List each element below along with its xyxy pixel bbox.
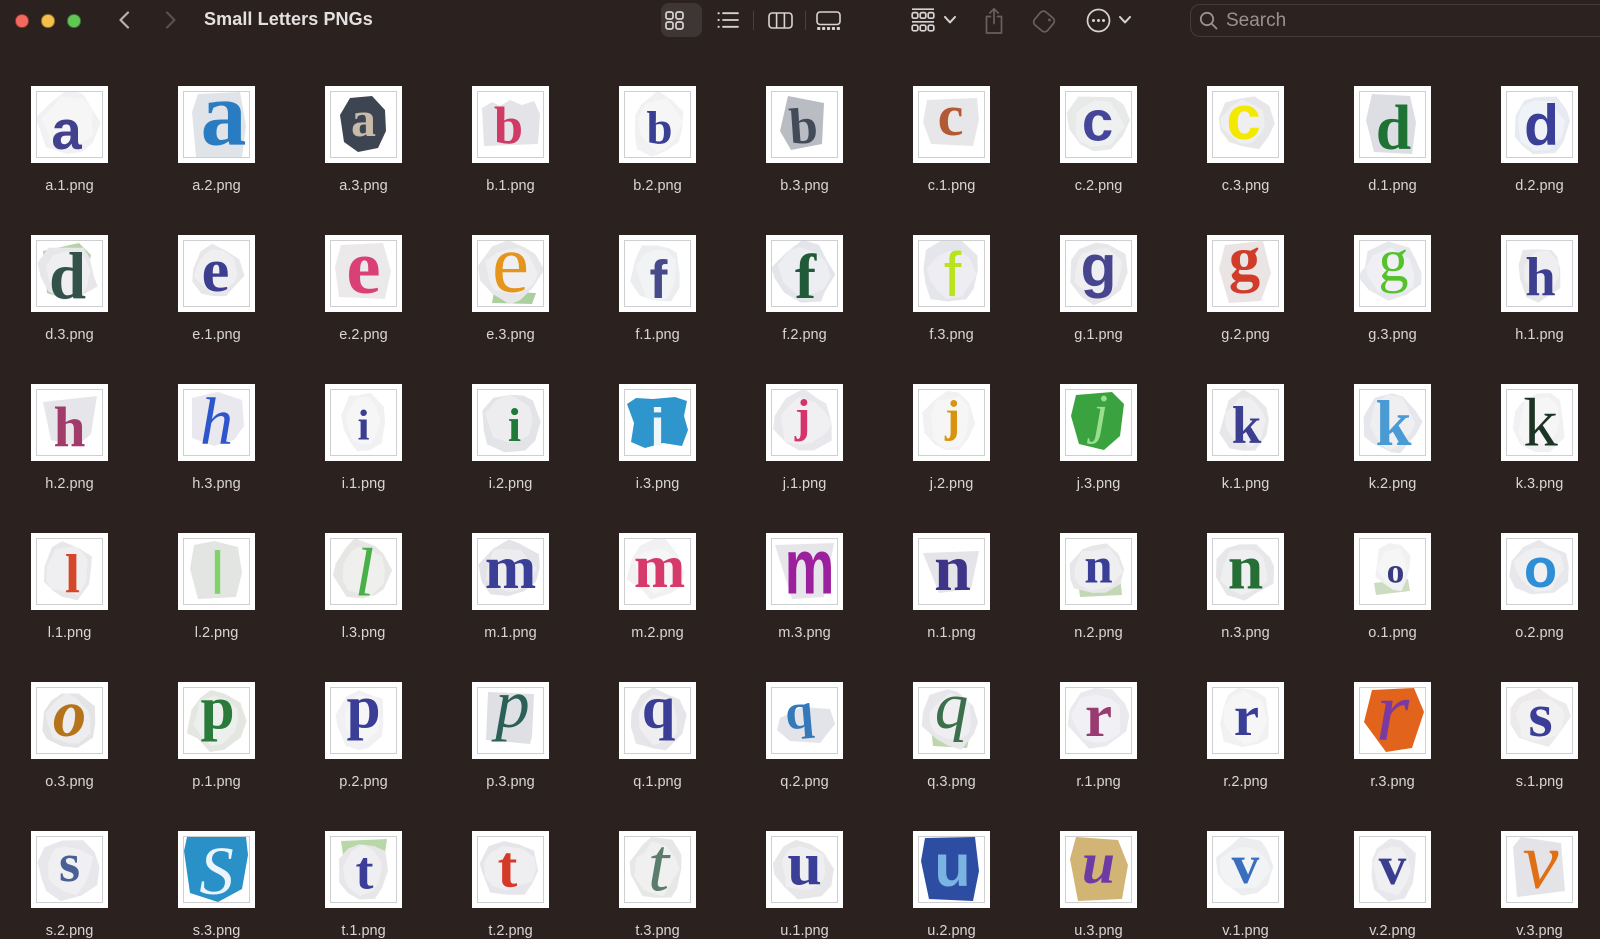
svg-text:g: g: [1081, 241, 1117, 299]
svg-text:c: c: [1226, 92, 1260, 153]
svg-text:f: f: [795, 241, 817, 306]
svg-text:a: a: [51, 100, 82, 157]
svg-text:s: s: [59, 837, 80, 893]
svg-text:o: o: [1524, 539, 1557, 599]
svg-text:r: r: [1085, 688, 1112, 750]
svg-text:m: m: [485, 539, 536, 602]
svg-text:q: q: [783, 688, 816, 740]
svg-text:c: c: [1082, 92, 1113, 152]
svg-text:t: t: [648, 837, 671, 902]
svg-text:o: o: [53, 688, 86, 751]
svg-text:j: j: [794, 391, 810, 442]
svg-text:v: v: [1232, 837, 1260, 895]
svg-text:b: b: [494, 98, 523, 156]
svg-text:k: k: [1523, 390, 1558, 455]
svg-text:h: h: [200, 390, 233, 455]
svg-text:n: n: [1228, 539, 1263, 603]
svg-text:g: g: [1229, 241, 1260, 294]
svg-text:i: i: [650, 400, 665, 456]
svg-text:n: n: [934, 539, 971, 604]
svg-text:k: k: [1232, 396, 1262, 455]
svg-text:f: f: [650, 250, 669, 306]
svg-text:v: v: [1523, 837, 1559, 902]
svg-text:i: i: [508, 400, 521, 452]
svg-text:l: l: [211, 539, 224, 604]
svg-text:j: j: [944, 391, 960, 441]
svg-text:c: c: [938, 92, 964, 148]
svg-text:b: b: [787, 97, 819, 156]
svg-text:b: b: [646, 103, 672, 155]
svg-text:v: v: [1379, 837, 1407, 896]
svg-text:p: p: [490, 688, 529, 742]
svg-text:h: h: [53, 397, 85, 456]
svg-text:i: i: [358, 403, 370, 450]
svg-text:t: t: [356, 841, 374, 901]
svg-text:e: e: [492, 241, 529, 306]
svg-text:a: a: [201, 92, 247, 157]
svg-text:o: o: [1387, 551, 1405, 591]
svg-text:s: s: [1528, 688, 1552, 750]
svg-text:t: t: [498, 837, 518, 900]
svg-text:u: u: [1082, 837, 1115, 896]
svg-text:h: h: [1525, 247, 1555, 307]
svg-text:r: r: [1234, 688, 1259, 748]
svg-text:f: f: [944, 241, 962, 306]
svg-text:q: q: [642, 688, 676, 742]
svg-text:n: n: [1084, 539, 1112, 595]
svg-text:r: r: [1376, 688, 1410, 753]
svg-text:g: g: [1378, 241, 1408, 295]
svg-text:l: l: [355, 539, 374, 604]
svg-text:u: u: [787, 837, 821, 898]
svg-text:u: u: [934, 837, 970, 899]
svg-text:p: p: [200, 688, 234, 742]
svg-text:k: k: [1376, 390, 1412, 455]
svg-text:S: S: [199, 837, 233, 902]
svg-text:a: a: [351, 92, 376, 147]
svg-text:d: d: [1376, 92, 1411, 157]
svg-text:p: p: [346, 688, 380, 741]
svg-text:e: e: [202, 241, 230, 305]
svg-text:q: q: [935, 688, 969, 743]
svg-text:m: m: [634, 539, 685, 601]
svg-text:m: m: [785, 539, 835, 604]
svg-text:d: d: [49, 241, 86, 306]
svg-text:l: l: [65, 544, 80, 605]
svg-text:e: e: [346, 241, 380, 306]
svg-text:d: d: [1524, 94, 1559, 157]
